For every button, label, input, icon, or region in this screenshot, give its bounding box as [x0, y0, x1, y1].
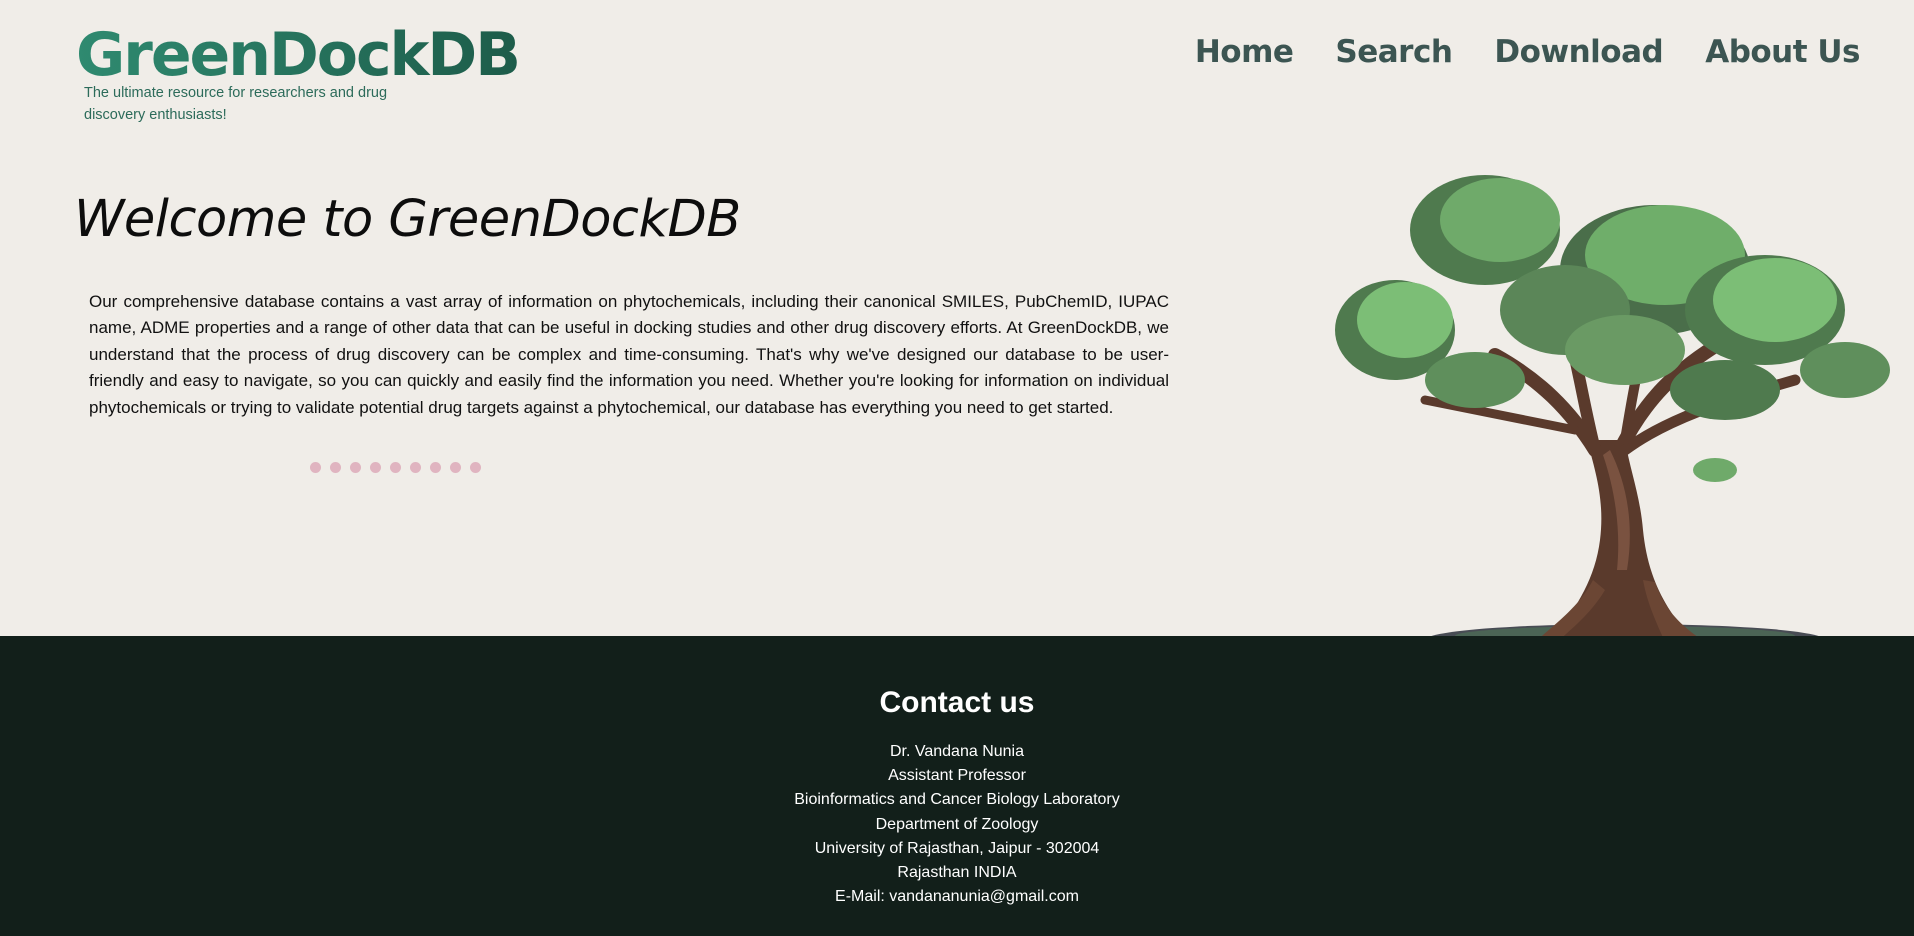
carousel-dot[interactable]: [330, 462, 341, 473]
contact-details: Dr. Vandana Nunia Assistant Professor Bi…: [0, 740, 1914, 909]
contact-email[interactable]: E-Mail: vandananunia@gmail.com: [0, 885, 1914, 909]
contact-heading: Contact us: [879, 686, 1035, 719]
contact-lab: Bioinformatics and Cancer Biology Labora…: [794, 791, 1120, 809]
carousel-dot[interactable]: [310, 462, 321, 473]
contact-name: Dr. Vandana Nunia: [889, 743, 1024, 760]
tree-illustration: [1335, 175, 1890, 656]
nav-home[interactable]: Home: [1195, 34, 1294, 70]
nav-download[interactable]: Download: [1494, 34, 1663, 70]
contact-department: Department of Zoology: [875, 815, 1039, 833]
welcome-heading: Welcome to GreenDockDB: [74, 190, 741, 249]
carousel-dot[interactable]: [450, 462, 461, 473]
carousel-dots: [310, 462, 481, 473]
contact-region: Rajasthan INDIA: [897, 864, 1017, 882]
nav-about-us[interactable]: About Us: [1705, 34, 1860, 70]
carousel-dot[interactable]: [470, 462, 481, 473]
footer: Contact us Dr. Vandana Nunia Assistant P…: [0, 636, 1914, 936]
site-logo[interactable]: GreenDockDB: [76, 20, 521, 90]
carousel-dot[interactable]: [410, 462, 421, 473]
carousel-dot[interactable]: [430, 462, 441, 473]
contact-title: Assistant Professor: [888, 767, 1026, 785]
brand: GreenDockDB The ultimate resource for re…: [76, 20, 521, 123]
nav-search[interactable]: Search: [1335, 34, 1453, 70]
contact-university: University of Rajasthan, Jaipur - 302004: [814, 839, 1100, 857]
intro-paragraph: Our comprehensive database contains a va…: [89, 292, 1169, 417]
site-tagline: The ultimate resource for researchers an…: [84, 85, 388, 123]
carousel-dot[interactable]: [390, 462, 401, 473]
carousel-dot[interactable]: [370, 462, 381, 473]
main-nav: Home Search Download About Us: [1195, 34, 1861, 70]
carousel-dot[interactable]: [350, 462, 361, 473]
